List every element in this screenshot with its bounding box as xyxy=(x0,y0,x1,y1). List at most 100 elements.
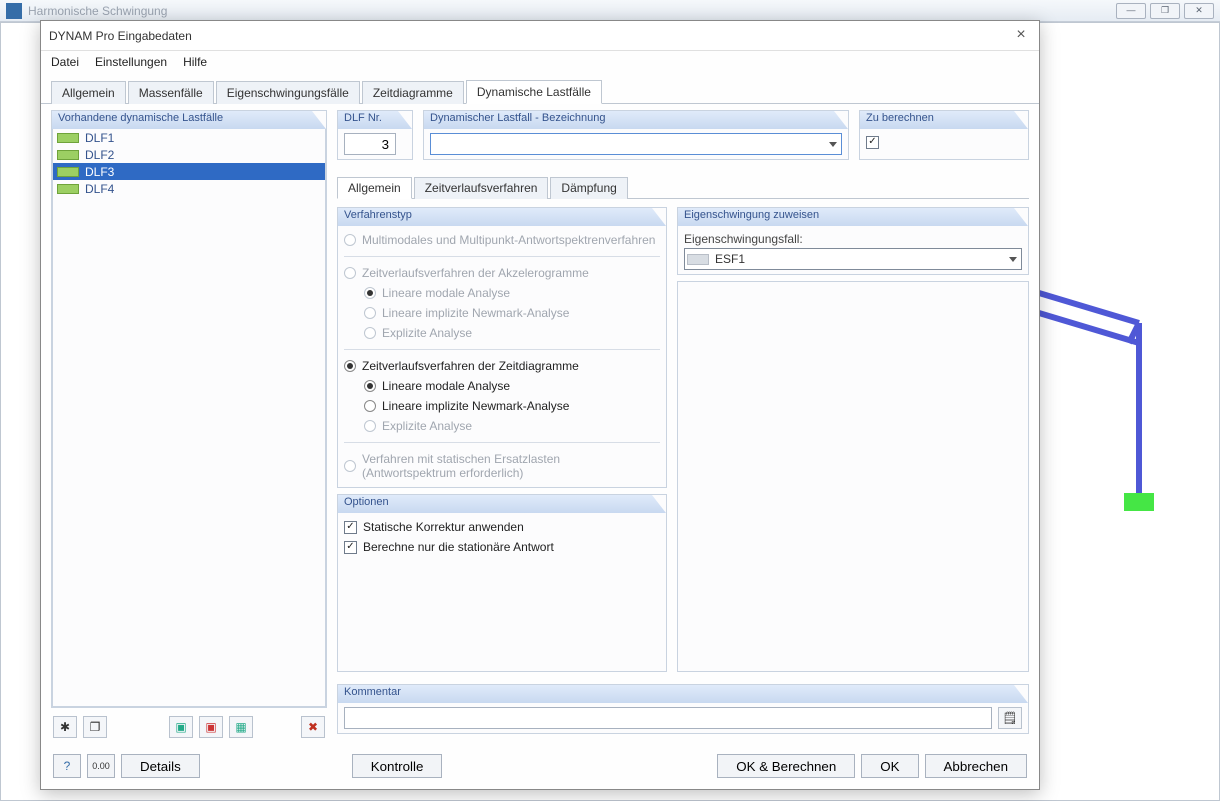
color-swatch-icon xyxy=(57,150,79,160)
list-item-label: DLF4 xyxy=(85,182,114,196)
radio-akz-newmark: Lineare implizite Newmark-Analyse xyxy=(344,303,660,323)
copy-item-button[interactable]: ❐ xyxy=(83,716,107,738)
dialog-close-button[interactable]: × xyxy=(1011,26,1031,46)
radio-icon xyxy=(344,267,356,279)
verfahrenstyp-header: Verfahrenstyp xyxy=(338,208,666,226)
eigen-value: ESF1 xyxy=(715,252,745,266)
note-icon: 🗒 xyxy=(1002,711,1017,725)
kontrolle-button[interactable]: Kontrolle xyxy=(352,754,443,778)
parent-close-button[interactable]: ✕ xyxy=(1184,3,1214,19)
parent-minimize-button[interactable]: — xyxy=(1116,3,1146,19)
radio-icon xyxy=(344,460,356,472)
sub-tab-bar: Allgemein Zeitverlaufsverfahren Dämpfung xyxy=(337,176,1029,199)
parent-titlebar: Harmonische Schwingung — ❐ ✕ xyxy=(0,0,1220,22)
list-item-dlf1[interactable]: DLF1 xyxy=(53,129,325,146)
subtab-daempfung[interactable]: Dämpfung xyxy=(550,177,627,199)
kommentar-pick-button[interactable]: 🗒 xyxy=(998,707,1022,729)
check-button-2[interactable]: ▣ xyxy=(199,716,223,738)
check-stationaere-antwort[interactable]: Berechne nur die stationäre Antwort xyxy=(344,537,660,557)
color-swatch-icon xyxy=(57,167,79,177)
eigenschwingung-header: Eigenschwingung zuweisen xyxy=(678,208,1028,226)
radio-akz-linear-modal: Lineare modale Analyse xyxy=(344,283,660,303)
color-swatch-icon xyxy=(57,184,79,194)
check-statische-korrektur[interactable]: Statische Korrektur anwenden xyxy=(344,517,660,537)
tab-eigenschwingungsfaelle[interactable]: Eigenschwingungsfälle xyxy=(216,81,360,104)
tab-zeitdiagramme[interactable]: Zeitdiagramme xyxy=(362,81,464,104)
check-button-3[interactable]: ▦ xyxy=(229,716,253,738)
left-toolbar: ✱ ❐ ▣ ▣ ▦ ✖ xyxy=(51,714,327,740)
dlf-nr-input[interactable] xyxy=(344,133,396,155)
list-item-label: DLF1 xyxy=(85,131,114,145)
eigenschwingungsfall-select[interactable]: ESF1 xyxy=(684,248,1022,270)
copy-icon: ❐ xyxy=(90,720,101,734)
units-icon: 0.00 xyxy=(92,761,110,771)
radio-zd-newmark[interactable]: Lineare implizite Newmark-Analyse xyxy=(344,396,660,416)
radio-zd-linear-modal[interactable]: Lineare modale Analyse xyxy=(344,376,660,396)
dynam-pro-dialog: DYNAM Pro Eingabedaten × Datei Einstellu… xyxy=(40,20,1040,790)
parent-title: Harmonische Schwingung xyxy=(28,4,167,18)
tab-allgemein[interactable]: Allgemein xyxy=(51,81,126,104)
new-icon: ✱ xyxy=(60,720,70,734)
color-swatch-icon xyxy=(687,254,709,265)
dialog-menu-bar: Datei Einstellungen Hilfe xyxy=(41,51,1039,73)
list-item-dlf2[interactable]: DLF2 xyxy=(53,146,325,163)
chevron-down-icon xyxy=(829,142,837,147)
left-list-header: Vorhandene dynamische Lastfälle xyxy=(52,111,326,129)
designation-combo[interactable] xyxy=(430,133,842,155)
chevron-down-icon xyxy=(1009,257,1017,262)
radio-icon xyxy=(364,420,376,432)
check-button-1[interactable]: ▣ xyxy=(169,716,193,738)
subtab-allgemein[interactable]: Allgemein xyxy=(337,177,412,199)
dlf-list[interactable]: DLF1 DLF2 DLF3 DLF4 xyxy=(52,129,326,707)
tab-dynamische-lastfaelle[interactable]: Dynamische Lastfälle xyxy=(466,80,602,104)
kommentar-header: Kommentar xyxy=(338,685,1028,703)
tab-massenfaelle[interactable]: Massenfälle xyxy=(128,81,214,104)
list-item-dlf3[interactable]: DLF3 xyxy=(53,163,325,180)
dlf-nr-label: DLF Nr. xyxy=(338,111,412,129)
abbrechen-button[interactable]: Abbrechen xyxy=(925,754,1027,778)
radio-icon xyxy=(344,360,356,372)
color-swatch-icon xyxy=(57,133,79,143)
subtab-zeitverlauf[interactable]: Zeitverlaufsverfahren xyxy=(414,177,549,199)
kommentar-combo[interactable] xyxy=(344,707,992,729)
radio-icon xyxy=(344,234,356,246)
dialog-titlebar: DYNAM Pro Eingabedaten × xyxy=(41,21,1039,51)
units-button[interactable]: 0.00 xyxy=(87,754,115,778)
delete-icon: ✖ xyxy=(308,720,318,734)
compute-checkbox[interactable] xyxy=(866,136,879,149)
app-icon xyxy=(6,3,22,19)
radio-zeitdiagramme[interactable]: Zeitverlaufsverfahren der Zeitdiagramme xyxy=(344,356,660,376)
uncheck-icon: ▣ xyxy=(205,720,216,734)
eigenschwingungsfall-label: Eigenschwingungsfall: xyxy=(684,230,1022,248)
help-icon: ? xyxy=(64,759,71,773)
designation-label: Dynamischer Lastfall - Bezeichnung xyxy=(424,111,848,129)
radio-ersatzlasten: Verfahren mit statischen Ersatzlasten (A… xyxy=(344,449,660,483)
radio-akzelerogramme: Zeitverlaufsverfahren der Akzelerogramme xyxy=(344,263,660,283)
checkbox-icon xyxy=(344,541,357,554)
delete-item-button[interactable]: ✖ xyxy=(301,716,325,738)
radio-icon xyxy=(364,287,376,299)
checkbox-icon xyxy=(344,521,357,534)
ok-berechnen-button[interactable]: OK & Berechnen xyxy=(717,754,855,778)
menu-file[interactable]: Datei xyxy=(51,55,79,69)
dialog-title: DYNAM Pro Eingabedaten xyxy=(49,29,192,43)
new-item-button[interactable]: ✱ xyxy=(53,716,77,738)
radio-zd-explicit: Explizite Analyse xyxy=(344,416,660,436)
multi-check-icon: ▦ xyxy=(235,720,246,734)
dialog-footer: ? 0.00 Details Kontrolle OK & Berechnen … xyxy=(41,743,1039,789)
ok-button[interactable]: OK xyxy=(861,754,918,778)
menu-settings[interactable]: Einstellungen xyxy=(95,55,167,69)
radio-icon xyxy=(364,380,376,392)
help-button[interactable]: ? xyxy=(53,754,81,778)
radio-icon xyxy=(364,307,376,319)
list-item-label: DLF2 xyxy=(85,148,114,162)
radio-icon xyxy=(364,400,376,412)
radio-akz-explicit: Explizite Analyse xyxy=(344,323,660,343)
compute-label: Zu berechnen xyxy=(860,111,1028,129)
parent-maximize-button[interactable]: ❐ xyxy=(1150,3,1180,19)
details-button[interactable]: Details xyxy=(121,754,200,778)
list-item-dlf4[interactable]: DLF4 xyxy=(53,180,325,197)
main-tab-bar: Allgemein Massenfälle Eigenschwingungsfä… xyxy=(41,73,1039,104)
menu-help[interactable]: Hilfe xyxy=(183,55,207,69)
optionen-header: Optionen xyxy=(338,495,666,513)
